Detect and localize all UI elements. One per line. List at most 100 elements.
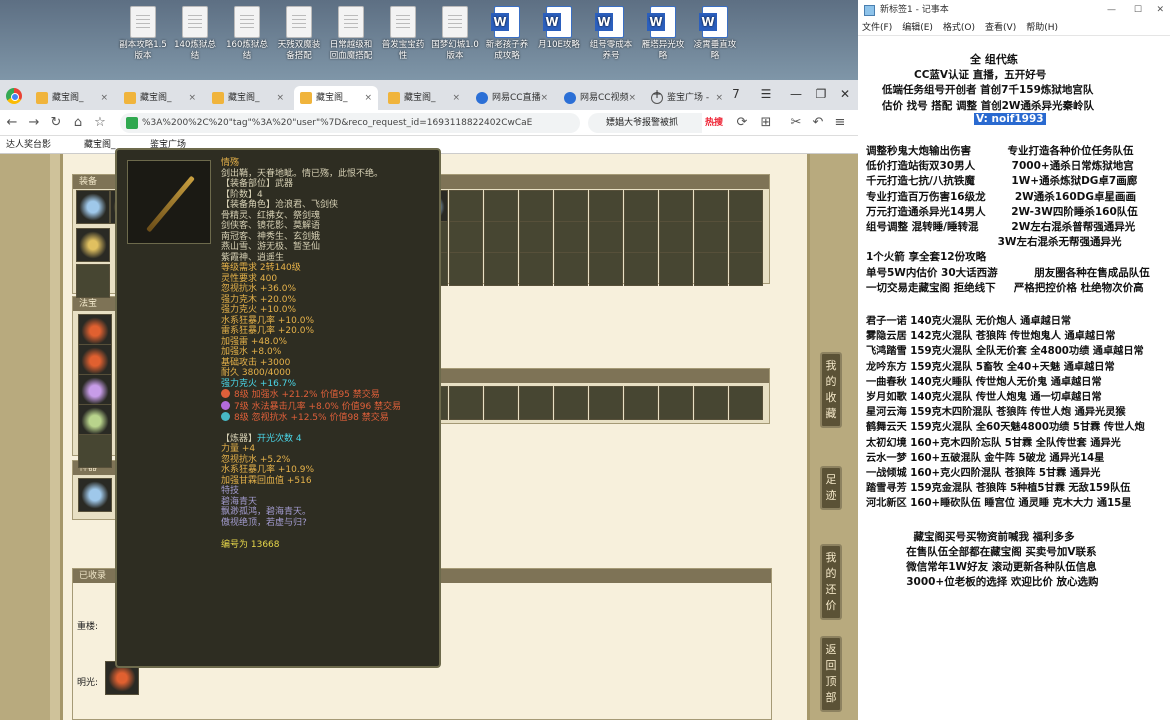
inventory-slot[interactable]	[484, 221, 518, 255]
address-bar[interactable]: %3A%200%2C%20"tag"%3A%20"user"%7D&reco_r…	[120, 113, 580, 133]
inventory-slot[interactable]	[729, 190, 763, 224]
desktop-icon[interactable]: 160炼狱总结	[222, 6, 272, 62]
restore-icon[interactable]: ❐	[810, 84, 832, 104]
fabao-slot[interactable]	[78, 374, 112, 408]
desktop-icon[interactable]: 140炼狱总结	[170, 6, 220, 62]
inventory-slot[interactable]	[694, 221, 728, 255]
forward-icon[interactable]: →	[24, 113, 44, 133]
inventory-slot[interactable]	[659, 190, 693, 224]
notepad-menu-item[interactable]: 编辑(E)	[902, 23, 933, 33]
browser-tab[interactable]: 网易CC视频 ×	[558, 86, 642, 110]
bookmark-2[interactable]: 藏宝阁_	[84, 136, 116, 154]
equip-slot[interactable]	[76, 228, 110, 262]
tab-close-icon[interactable]: ×	[188, 86, 196, 110]
refresh-icon[interactable]: ⟳	[732, 113, 752, 133]
menu-icon[interactable]: ☰	[755, 84, 777, 104]
fabao-slot[interactable]	[78, 404, 112, 438]
desktop-icon[interactable]: 新老孩子养 成攻略	[482, 6, 532, 62]
tab-close-icon[interactable]: ×	[628, 86, 636, 110]
bookmark-star-icon[interactable]: ☆	[90, 113, 110, 133]
tab-close-icon[interactable]: ×	[100, 86, 108, 110]
desktop-icon[interactable]: 副本攻略1.5 版本	[118, 6, 168, 62]
my-bargain-button[interactable]: 我的还价	[820, 544, 842, 620]
tab-close-icon[interactable]: ×	[452, 86, 460, 110]
inventory-slot[interactable]	[729, 386, 763, 420]
desktop-icon[interactable]: 雁塔异光攻 略	[638, 6, 688, 62]
fabao-slot[interactable]	[78, 344, 112, 378]
np-close-icon[interactable]: ✕	[1156, 0, 1164, 20]
tab-close-icon[interactable]: ×	[276, 86, 284, 110]
inventory-slot[interactable]	[589, 190, 623, 224]
tab-close-icon[interactable]: ×	[364, 86, 372, 110]
inventory-slot[interactable]	[554, 221, 588, 255]
notepad-menu-item[interactable]: 查看(V)	[985, 23, 1016, 33]
browser-tab[interactable]: 网易CC直播 ×	[470, 86, 554, 110]
inventory-slot[interactable]	[624, 386, 658, 420]
inventory-slot[interactable]	[449, 386, 483, 420]
desktop-icon[interactable]: 月10E攻略	[534, 6, 584, 51]
tab-close-icon[interactable]: ×	[715, 86, 723, 110]
search-box[interactable]: 嫖娼大爷报警被抓 热搜	[588, 113, 726, 133]
bookmark-1[interactable]: 达人奖台影	[6, 136, 51, 154]
notepad-menu-item[interactable]: 文件(F)	[862, 23, 892, 33]
inventory-slot[interactable]	[554, 190, 588, 224]
home-icon[interactable]: ⌂	[68, 113, 88, 133]
inventory-slot[interactable]	[659, 386, 693, 420]
inventory-slot[interactable]	[659, 221, 693, 255]
np-minimize-icon[interactable]: —	[1107, 0, 1116, 20]
equip-slot[interactable]	[76, 264, 110, 298]
tab-close-icon[interactable]: ×	[540, 86, 548, 110]
inventory-slot[interactable]	[694, 190, 728, 224]
desktop-icon[interactable]: 日常越级和 回血魔搭配	[326, 6, 376, 62]
more-icon[interactable]: ≡	[830, 113, 850, 133]
browser-logo-icon[interactable]	[6, 88, 22, 104]
inventory-slot[interactable]	[449, 252, 483, 286]
desktop-icon[interactable]: 凌霄垂直攻 略	[690, 6, 740, 62]
reload-icon[interactable]: ↻	[46, 113, 66, 133]
fabao-slot[interactable]	[78, 314, 112, 348]
inventory-slot[interactable]	[659, 252, 693, 286]
inventory-slot[interactable]	[519, 221, 553, 255]
browser-tab[interactable]: 藏宝阁_ ×	[30, 86, 114, 110]
grid-icon[interactable]: ⊞	[756, 113, 776, 133]
browser-tab[interactable]: 藏宝阁_ ×	[294, 86, 378, 110]
inventory-slot[interactable]	[694, 252, 728, 286]
browser-tab[interactable]: 藏宝阁_ ×	[118, 86, 202, 110]
notepad-menu-item[interactable]: 帮助(H)	[1026, 23, 1058, 33]
inventory-slot[interactable]	[624, 252, 658, 286]
inventory-slot[interactable]	[694, 386, 728, 420]
desktop-icon[interactable]: 组号零成本 养号	[586, 6, 636, 62]
inventory-slot[interactable]	[449, 221, 483, 255]
inventory-slot[interactable]	[484, 252, 518, 286]
inventory-slot[interactable]	[484, 386, 518, 420]
inventory-slot[interactable]	[729, 221, 763, 255]
inventory-slot[interactable]	[729, 252, 763, 286]
my-favorites-button[interactable]: 我的收藏	[820, 352, 842, 428]
desktop-icon[interactable]: 国梦幻城1.0 版本	[430, 6, 480, 62]
inventory-slot[interactable]	[484, 190, 518, 224]
inventory-slot[interactable]	[589, 252, 623, 286]
undo-icon[interactable]: ↶	[808, 113, 828, 133]
inventory-slot[interactable]	[519, 386, 553, 420]
back-icon[interactable]: ←	[2, 113, 22, 133]
footprint-button[interactable]: 足迹	[820, 466, 842, 510]
inventory-slot[interactable]	[519, 190, 553, 224]
new-tab-button[interactable]: +	[646, 84, 668, 104]
scissors-icon[interactable]: ✂	[786, 113, 806, 133]
notepad-menu-item[interactable]: 格式(O)	[943, 23, 975, 33]
inventory-slot[interactable]	[624, 221, 658, 255]
shenqi-slot[interactable]	[78, 478, 112, 512]
inventory-slot[interactable]	[449, 190, 483, 224]
equip-slot[interactable]	[76, 190, 110, 224]
close-window-icon[interactable]: ✕	[834, 84, 856, 104]
inventory-slot[interactable]	[554, 386, 588, 420]
inventory-slot[interactable]	[624, 190, 658, 224]
back-to-top-button[interactable]: 返回顶部	[820, 636, 842, 712]
browser-tab[interactable]: 藏宝阁_ ×	[206, 86, 290, 110]
desktop-icon[interactable]: 普发宝宝药 性	[378, 6, 428, 62]
tab-count-badge[interactable]: 7	[725, 84, 747, 104]
fabao-slot[interactable]	[78, 434, 112, 468]
browser-tab[interactable]: 藏宝阁_ ×	[382, 86, 466, 110]
inventory-slot[interactable]	[589, 386, 623, 420]
np-maximize-icon[interactable]: ☐	[1134, 0, 1142, 20]
